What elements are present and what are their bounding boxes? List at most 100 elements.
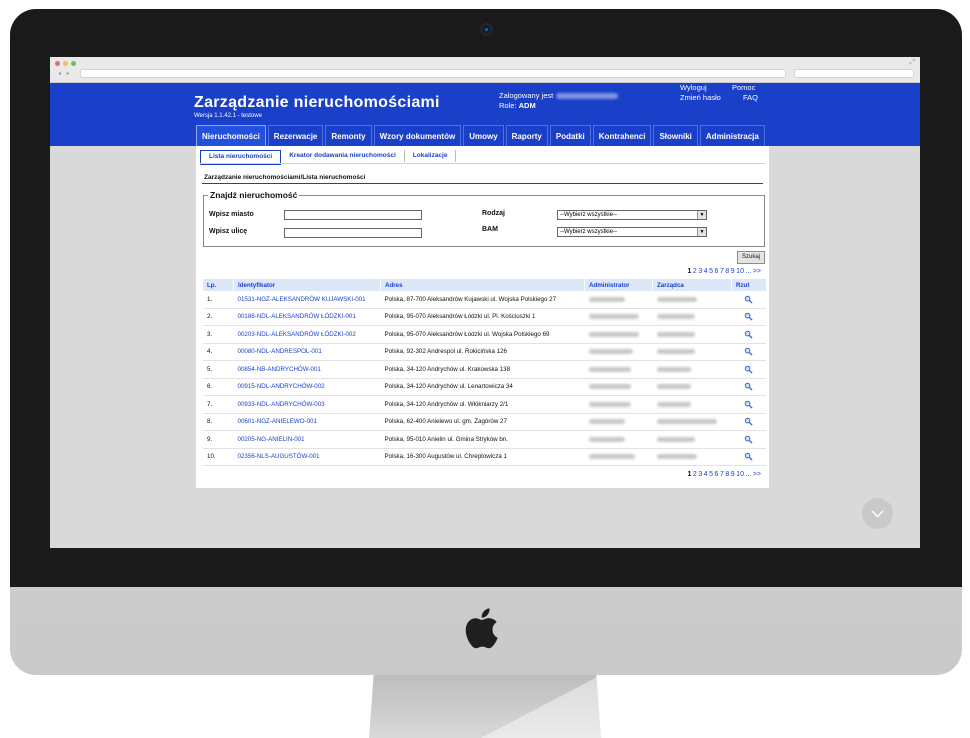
table-row: 2. 00188-NDL-ALEKSANDRÓW ŁÓDZKI-001 Pols…: [203, 308, 766, 326]
logout-link[interactable]: Wyloguj: [680, 83, 707, 92]
page-more[interactable]: ...: [745, 268, 751, 275]
page-link[interactable]: 5: [709, 268, 713, 275]
change-password-link[interactable]: Zmień hasło: [680, 93, 721, 102]
col-lp: Lp.: [203, 279, 234, 291]
magnifier-icon[interactable]: [744, 347, 753, 356]
menu-rezerwacje[interactable]: Rezerwacje: [267, 125, 324, 147]
redacted-text: [656, 349, 695, 355]
magnifier-icon[interactable]: [744, 365, 753, 374]
role-value: ADM: [518, 101, 536, 110]
menu-raporty[interactable]: Raporty: [505, 125, 548, 147]
browser-search-input[interactable]: [794, 69, 914, 78]
back-forward-icon[interactable]: ◂ ▸: [58, 70, 72, 77]
magnifier-icon[interactable]: [744, 295, 753, 304]
cell-floorplan: [731, 378, 766, 396]
page-link[interactable]: 5: [709, 471, 713, 478]
page-link[interactable]: 10: [736, 268, 744, 275]
tab-kreator-dodawania[interactable]: Kreator dodawania nieruchomości: [281, 150, 405, 162]
page-link[interactable]: 8: [725, 471, 729, 478]
col-adres[interactable]: Adres: [380, 279, 585, 291]
cell-lp: 6.: [203, 378, 234, 396]
menu-podatki[interactable]: Podatki: [549, 125, 591, 147]
table-row: 3. 00203-NDL-ALEKSANDRÓW ŁÓDZKI-002 Pols…: [203, 325, 766, 344]
menu-nieruchomosci[interactable]: Nieruchomości: [196, 125, 266, 147]
cell-identifier-link[interactable]: 00080-NDL-ANDRESPOL-001: [233, 343, 381, 361]
col-zarzadca[interactable]: Zarządca: [652, 279, 732, 291]
menu-remonty[interactable]: Remonty: [325, 125, 372, 147]
cell-identifier-link[interactable]: 00205-NG-ANIELIN-001: [233, 430, 381, 449]
page-link[interactable]: 3: [698, 268, 702, 275]
magnifier-icon[interactable]: [744, 382, 753, 391]
page-link[interactable]: 7: [720, 268, 724, 275]
menu-wzory-dokumentow[interactable]: Wzory dokumentów: [373, 125, 462, 147]
page-link[interactable]: 10: [736, 471, 744, 478]
cell-lp: 2.: [203, 308, 234, 326]
page-link[interactable]: 7: [720, 471, 724, 478]
page-link[interactable]: 6: [715, 471, 719, 478]
cell-address: Polska, 95-070 Aleksandrów Łódzki ul. Wo…: [380, 325, 585, 344]
magnifier-icon[interactable]: [744, 435, 753, 444]
magnifier-icon[interactable]: [744, 452, 753, 461]
redacted-text: [656, 454, 697, 460]
page-link[interactable]: 9: [731, 471, 735, 478]
cell-identifier-link[interactable]: 00854-NB-ANDRYCHÓW-001: [233, 360, 381, 379]
close-dot-icon[interactable]: [55, 61, 60, 66]
divider: [202, 183, 763, 184]
fullscreen-icon[interactable]: ⤢: [909, 59, 915, 67]
page-link[interactable]: 1: [688, 268, 692, 275]
magnifier-icon[interactable]: [744, 312, 753, 321]
page-link[interactable]: 2: [693, 471, 697, 478]
page-link[interactable]: 8: [725, 268, 729, 275]
minimize-dot-icon[interactable]: [63, 61, 68, 66]
scroll-down-button[interactable]: [862, 498, 893, 529]
cell-identifier-link[interactable]: 00188-NDL-ALEKSANDRÓW ŁÓDZKI-001: [233, 308, 381, 326]
cell-address: Polska, 34-120 Andrychów ul. Lenartowicz…: [380, 378, 585, 396]
page-link[interactable]: 2: [693, 268, 697, 275]
col-administrator[interactable]: Administrator: [584, 279, 653, 291]
page-link[interactable]: 4: [704, 268, 708, 275]
page-link[interactable]: 6: [715, 268, 719, 275]
cell-manager: [652, 325, 732, 344]
role-label: Role:: [499, 101, 517, 110]
menu-slowniki[interactable]: Słowniki: [653, 125, 698, 147]
page-link[interactable]: 1: [688, 471, 692, 478]
table-row: 6. 00915-NDL-ANDRYCHÓW-002 Polska, 34-12…: [203, 378, 766, 396]
menu-administracja[interactable]: Administracja: [699, 125, 765, 147]
page-link[interactable]: 9: [731, 268, 735, 275]
pagination-top: 1 2 3 4 5 6 7 8 9 10 ... >>: [688, 268, 761, 275]
cell-floorplan: [731, 325, 766, 344]
cell-lp: 8.: [203, 413, 234, 431]
cell-identifier-link[interactable]: 02356-NLS-AUGUSTÓW-001: [233, 448, 381, 466]
cell-identifier-link[interactable]: 00915-NDL-ANDRYCHÓW-002: [233, 378, 381, 396]
cell-identifier-link[interactable]: 00601-NGZ-ANIELEWO-001: [233, 413, 381, 431]
table-row: 5. 00854-NB-ANDRYCHÓW-001 Polska, 34-120…: [203, 360, 766, 379]
cell-administrator: [584, 291, 653, 309]
page-link[interactable]: 4: [704, 471, 708, 478]
address-bar[interactable]: [80, 69, 786, 78]
page-link[interactable]: 3: [698, 471, 702, 478]
page-next[interactable]: >>: [753, 268, 761, 275]
faq-link[interactable]: FAQ: [743, 93, 758, 102]
tab-lokalizacje[interactable]: Lokalizacje: [405, 150, 457, 162]
magnifier-icon[interactable]: [744, 417, 753, 426]
city-input[interactable]: [284, 210, 422, 220]
page-next[interactable]: >>: [753, 471, 761, 478]
type-label: Rodzaj: [482, 210, 505, 217]
type-select[interactable]: --Wybierz wszystkie-- ▼: [557, 210, 707, 220]
bam-select[interactable]: --Wybierz wszystkie-- ▼: [557, 227, 707, 237]
street-input[interactable]: [284, 228, 422, 238]
magnifier-icon[interactable]: [744, 330, 753, 339]
breadcrumb: Zarządzanie nieruchomościami/Lista nieru…: [204, 174, 366, 181]
menu-umowy[interactable]: Umowy: [463, 125, 504, 147]
cell-identifier-link[interactable]: 00933-NDL-ANDRYCHÓW-003: [233, 395, 381, 414]
magnifier-icon[interactable]: [744, 400, 753, 409]
page-more[interactable]: ...: [745, 471, 751, 478]
search-button[interactable]: Szukaj: [737, 251, 766, 264]
col-identyfikator[interactable]: Identyfikator: [233, 279, 381, 291]
maximize-dot-icon[interactable]: [71, 61, 76, 66]
cell-identifier-link[interactable]: 00203-NDL-ALEKSANDRÓW ŁÓDZKI-002: [233, 325, 381, 344]
help-link[interactable]: Pomoc: [732, 83, 755, 92]
cell-lp: 5.: [203, 360, 234, 379]
menu-kontrahenci[interactable]: Kontrahenci: [592, 125, 652, 147]
cell-identifier-link[interactable]: 01531-NGZ-ALEKSANDRÓW KUJAWSKI-001: [233, 291, 381, 309]
